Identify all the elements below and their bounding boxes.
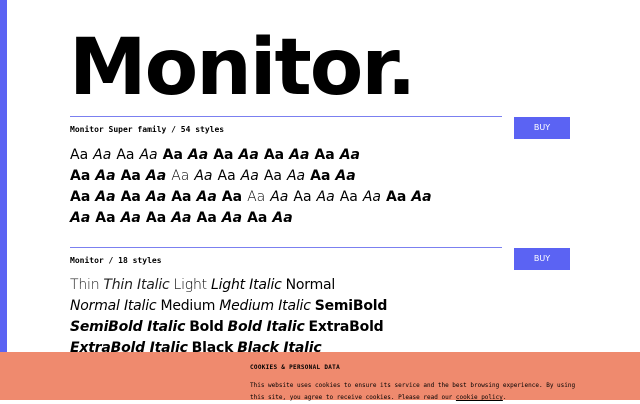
glyph-sample: Aa	[411, 189, 432, 205]
glyph-sample: Aa	[272, 210, 293, 226]
style-name: Bold	[189, 319, 224, 335]
style-name: Light	[173, 277, 208, 293]
glyph-sample: Aa	[70, 189, 91, 205]
glyph-sample: Aa	[362, 189, 382, 205]
style-name: Medium	[160, 298, 216, 314]
glyph-sample: Aa	[247, 189, 266, 205]
glyph-sample: Aa	[171, 189, 192, 205]
glyph-sample: Aa	[238, 147, 259, 163]
buy-button-super-family[interactable]: BUY	[514, 117, 570, 139]
section-divider-super-family	[70, 116, 502, 117]
specimen-row: Aa Aa Aa Aa Aa Aa Aa Aa Aa	[70, 206, 540, 227]
cookie-banner: COOKIES & PERSONAL DATA This website use…	[0, 352, 640, 401]
cookie-text-body: This website uses cookies to ensure its …	[250, 382, 576, 401]
glyph-sample: Aa	[213, 147, 234, 163]
glyph-sample: Aa	[263, 168, 282, 184]
glyph-sample: Aa	[120, 189, 141, 205]
glyph-sample: Aa	[339, 147, 360, 163]
glyph-sample: Aa	[145, 210, 167, 226]
style-name: SemiBold Italic	[70, 319, 186, 335]
section-divider-monitor	[70, 247, 502, 248]
glyph-sample: Aa	[196, 210, 217, 226]
glyph-sample: Aa	[194, 168, 213, 184]
monitor-styles-specimen: Thin Thin Italic Light Light Italic Normal No…	[70, 273, 540, 357]
glyph-sample: Aa	[120, 168, 141, 184]
glyph-sample: Aa	[187, 147, 209, 163]
glyph-sample: Aa	[386, 189, 407, 205]
glyph-sample: Aa	[171, 210, 192, 226]
glyph-sample: Aa	[145, 189, 167, 205]
glyph-sample: Aa	[95, 168, 116, 184]
glyph-sample: Aa	[145, 168, 167, 184]
glyph-sample: Aa	[95, 210, 116, 226]
style-row: Normal Italic Medium Medium Italic SemiBold	[70, 294, 540, 315]
glyph-sample: Aa	[217, 168, 236, 184]
buy-button-monitor[interactable]: BUY	[514, 248, 570, 270]
glyph-sample: Aa	[139, 147, 158, 163]
style-row: SemiBold Italic Bold Bold Italic ExtraBold	[70, 315, 540, 336]
glyph-sample: Aa	[120, 210, 141, 226]
glyph-sample: Aa	[293, 189, 312, 205]
style-name: SemiBold	[314, 298, 388, 314]
specimen-row: Aa Aa Aa Aa Aa Aa Aa Aa Aa Aa Aa Aa Aa Aa Aa	[70, 185, 540, 206]
glyph-sample: Aa	[316, 189, 335, 205]
glyph-sample: Aa	[93, 147, 112, 163]
style-name: Medium Italic	[219, 298, 311, 314]
glyph-sample: Aa	[339, 189, 358, 205]
glyph-sample: Aa	[335, 168, 356, 184]
glyph-sample: Aa	[247, 210, 268, 226]
glyph-sample: Aa	[314, 147, 335, 163]
glyph-sample: Aa	[196, 189, 217, 205]
glyph-sample: Aa	[95, 189, 116, 205]
style-name: Light Italic	[210, 277, 282, 293]
super-family-specimen: Aa Aa Aa Aa Aa Aa Aa Aa Aa Aa Aa Aa Aa Aa Aa Aa Aa Aa Aa Aa…	[70, 143, 540, 227]
style-row: Thin Thin Italic Light Light Italic Normal	[70, 273, 540, 294]
style-name: Normal Italic	[70, 298, 157, 314]
glyph-sample: Aa	[270, 189, 289, 205]
glyph-sample: Aa	[70, 147, 89, 163]
glyph-sample: Aa	[70, 210, 91, 226]
family-name-super: Monitor Super family / 54 styles	[70, 125, 225, 134]
specimen-row: Aa Aa Aa Aa Aa Aa Aa Aa Aa Aa Aa Aa	[70, 164, 540, 185]
glyph-sample: Aa	[310, 168, 331, 184]
cookie-text: This website uses cookies to ensure its …	[250, 380, 580, 404]
style-name: Thin Italic	[103, 277, 170, 293]
brand-title: Monitor.	[69, 23, 416, 113]
specimen-row: Aa Aa Aa Aa Aa Aa Aa Aa Aa Aa Aa Aa	[70, 143, 540, 164]
glyph-sample: Aa	[221, 189, 243, 205]
style-name: Normal	[285, 277, 336, 293]
glyph-sample: Aa	[221, 210, 243, 226]
left-accent-bar	[0, 0, 7, 400]
style-name: Thin	[70, 277, 100, 293]
glyph-sample: Aa	[263, 147, 285, 163]
family-name-monitor: Monitor / 18 styles	[70, 256, 162, 265]
glyph-sample: Aa	[162, 147, 183, 163]
glyph-sample: Aa	[240, 168, 259, 184]
glyph-sample: Aa	[171, 168, 190, 184]
glyph-sample: Aa	[70, 168, 91, 184]
style-name: Bold Italic	[227, 319, 305, 335]
cookie-title: COOKIES & PERSONAL DATA	[250, 364, 340, 371]
glyph-sample: Aa	[286, 168, 306, 184]
glyph-sample: Aa	[289, 147, 310, 163]
glyph-sample: Aa	[116, 147, 135, 163]
style-name: ExtraBold	[308, 319, 384, 335]
